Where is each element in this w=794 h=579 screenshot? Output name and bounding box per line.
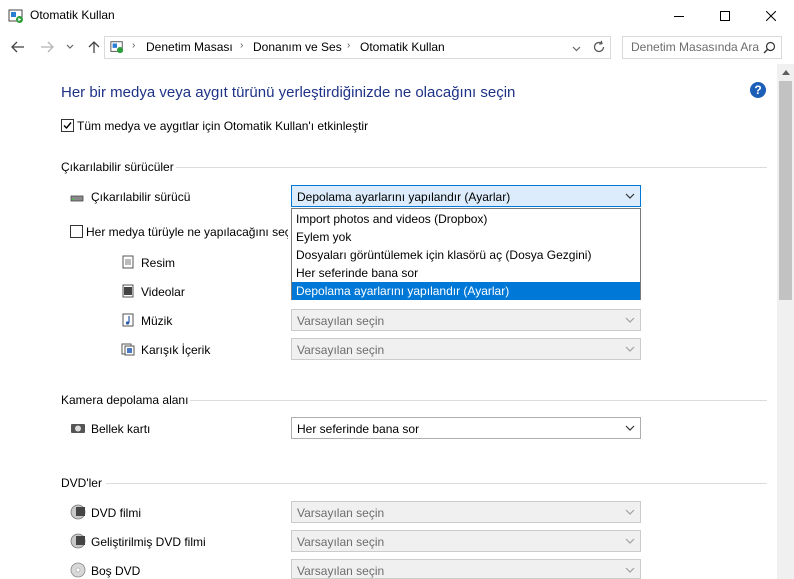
media-type-select-value: Varsayılan seçin [297, 343, 385, 357]
picture-file-icon [122, 255, 134, 269]
chevron-down-icon [625, 567, 635, 573]
dvd-movie-icon [70, 504, 86, 520]
memory-card-select-value: Her seferinde bana sor [297, 422, 420, 436]
breadcrumb-autoplay[interactable]: Otomatik Kullan [360, 40, 445, 54]
recent-locations-button[interactable] [63, 38, 77, 56]
dvd-item-select-value: Varsayılan seçin [297, 535, 385, 549]
checkmark-icon [63, 122, 72, 130]
chevron-down-icon [625, 317, 635, 323]
music-file-icon [122, 313, 134, 327]
dvd-item-select[interactable]: Varsayılan seçin [291, 530, 641, 552]
media-type-select-value: Varsayılan seçin [297, 314, 385, 328]
dropdown-option[interactable]: Dosyaları görüntülemek için klasörü aç (… [292, 246, 640, 264]
chevron-down-icon [66, 44, 74, 49]
media-type-select[interactable]: Varsayılan seçin [291, 309, 641, 331]
section-dvds: DVD'ler [61, 476, 102, 490]
memory-card-select[interactable]: Her seferinde bana sor [291, 417, 641, 439]
dvd-item-select-value: Varsayılan seçin [297, 506, 385, 520]
chevron-down-icon [625, 425, 635, 431]
dvd-item-select[interactable]: Varsayılan seçin [291, 501, 641, 523]
chevron-down-icon [625, 346, 635, 352]
chevron-down-icon [625, 538, 635, 544]
removable-drive-select[interactable]: Depolama ayarlarını yapılandır (Ayarlar) [291, 185, 641, 207]
chevron-up-icon [781, 70, 790, 75]
arrow-up-icon [88, 41, 100, 53]
scrollbar-thumb[interactable] [779, 81, 792, 300]
chevron-down-icon [625, 509, 635, 515]
refresh-button[interactable] [592, 40, 606, 57]
address-dropdown-button[interactable] [572, 41, 581, 55]
up-button[interactable] [84, 38, 104, 56]
autoplay-app-icon [8, 9, 23, 23]
memory-card-label: Bellek kartı [91, 422, 151, 436]
media-type-select[interactable]: Varsayılan seçin [291, 338, 641, 360]
video-file-icon [122, 284, 134, 298]
refresh-icon [593, 40, 605, 53]
scroll-up-button[interactable] [777, 64, 794, 81]
dvd-item-select[interactable]: Varsayılan seçin [291, 559, 641, 579]
removable-drive-dropdown-list[interactable]: Import photos and videos (Dropbox) Eylem… [291, 208, 641, 300]
breadcrumb-separator: › [240, 40, 244, 51]
dvd-item-label: Boş DVD [91, 564, 141, 578]
section-divider [190, 400, 767, 401]
enhanced-dvd-icon [70, 533, 86, 549]
search-placeholder: Denetim Masasında Ara [631, 40, 760, 54]
media-type-label: Resim [141, 256, 176, 270]
dropdown-option[interactable]: Her seferinde bana sor [292, 264, 640, 282]
back-button[interactable] [8, 38, 28, 56]
media-type-label: Karışık İçerik [141, 343, 211, 357]
search-icon[interactable] [763, 41, 776, 54]
removable-drive-label: Çıkarılabilir sürücü [91, 190, 191, 204]
use-autoplay-checkbox[interactable] [61, 119, 74, 132]
window-title: Otomatik Kullan [30, 8, 115, 22]
blank-dvd-icon [70, 562, 86, 578]
chevron-down-icon [572, 46, 581, 52]
mixed-content-icon [121, 343, 135, 356]
section-camera-storage: Kamera depolama alanı [61, 393, 189, 407]
use-autoplay-label: Tüm medya ve aygıtlar için Otomatik Kull… [77, 119, 369, 133]
choose-per-media-label: Her medya türüyle ne yapılacağını seçin [86, 225, 288, 239]
breadcrumb-control-panel[interactable]: Denetim Masası [146, 40, 233, 54]
forward-button[interactable] [37, 38, 57, 56]
dvd-item-select-value: Varsayılan seçin [297, 564, 385, 578]
minimize-button[interactable] [656, 0, 702, 31]
arrow-left-icon [11, 41, 24, 53]
breadcrumb-separator: › [347, 40, 351, 51]
breadcrumb-hardware-sound[interactable]: Donanım ve Ses [253, 40, 342, 54]
media-type-label: Müzik [141, 314, 173, 328]
control-panel-icon [110, 41, 124, 54]
dvd-item-label: Geliştirilmiş DVD filmi [91, 535, 206, 549]
arrow-right-icon [41, 41, 54, 53]
chevron-down-icon [625, 193, 635, 199]
section-divider [106, 483, 767, 484]
dropdown-option-selected[interactable]: Depolama ayarlarını yapılandır (Ayarlar) [292, 282, 640, 300]
section-divider [176, 167, 767, 168]
breadcrumb-separator: › [132, 40, 136, 51]
choose-per-media-checkbox[interactable] [70, 225, 83, 238]
help-icon[interactable]: ? [750, 82, 766, 98]
dvd-item-label: DVD filmi [91, 506, 141, 520]
minimize-icon [674, 15, 684, 17]
dropdown-option[interactable]: Eylem yok [292, 228, 640, 246]
removable-drive-icon [70, 195, 84, 202]
close-icon [766, 10, 776, 21]
memory-card-icon [71, 424, 85, 433]
maximize-icon [720, 10, 730, 21]
close-button[interactable] [748, 0, 794, 31]
removable-drive-select-value: Depolama ayarlarını yapılandır (Ayarlar) [297, 190, 511, 204]
dropdown-option[interactable]: Import photos and videos (Dropbox) [292, 210, 640, 228]
media-type-label: Videolar [141, 285, 185, 299]
section-removable-drives: Çıkarılabilir sürücüler [61, 160, 174, 174]
maximize-button[interactable] [702, 0, 748, 31]
page-title: Her bir medya veya aygıt türünü yerleşti… [61, 84, 516, 101]
